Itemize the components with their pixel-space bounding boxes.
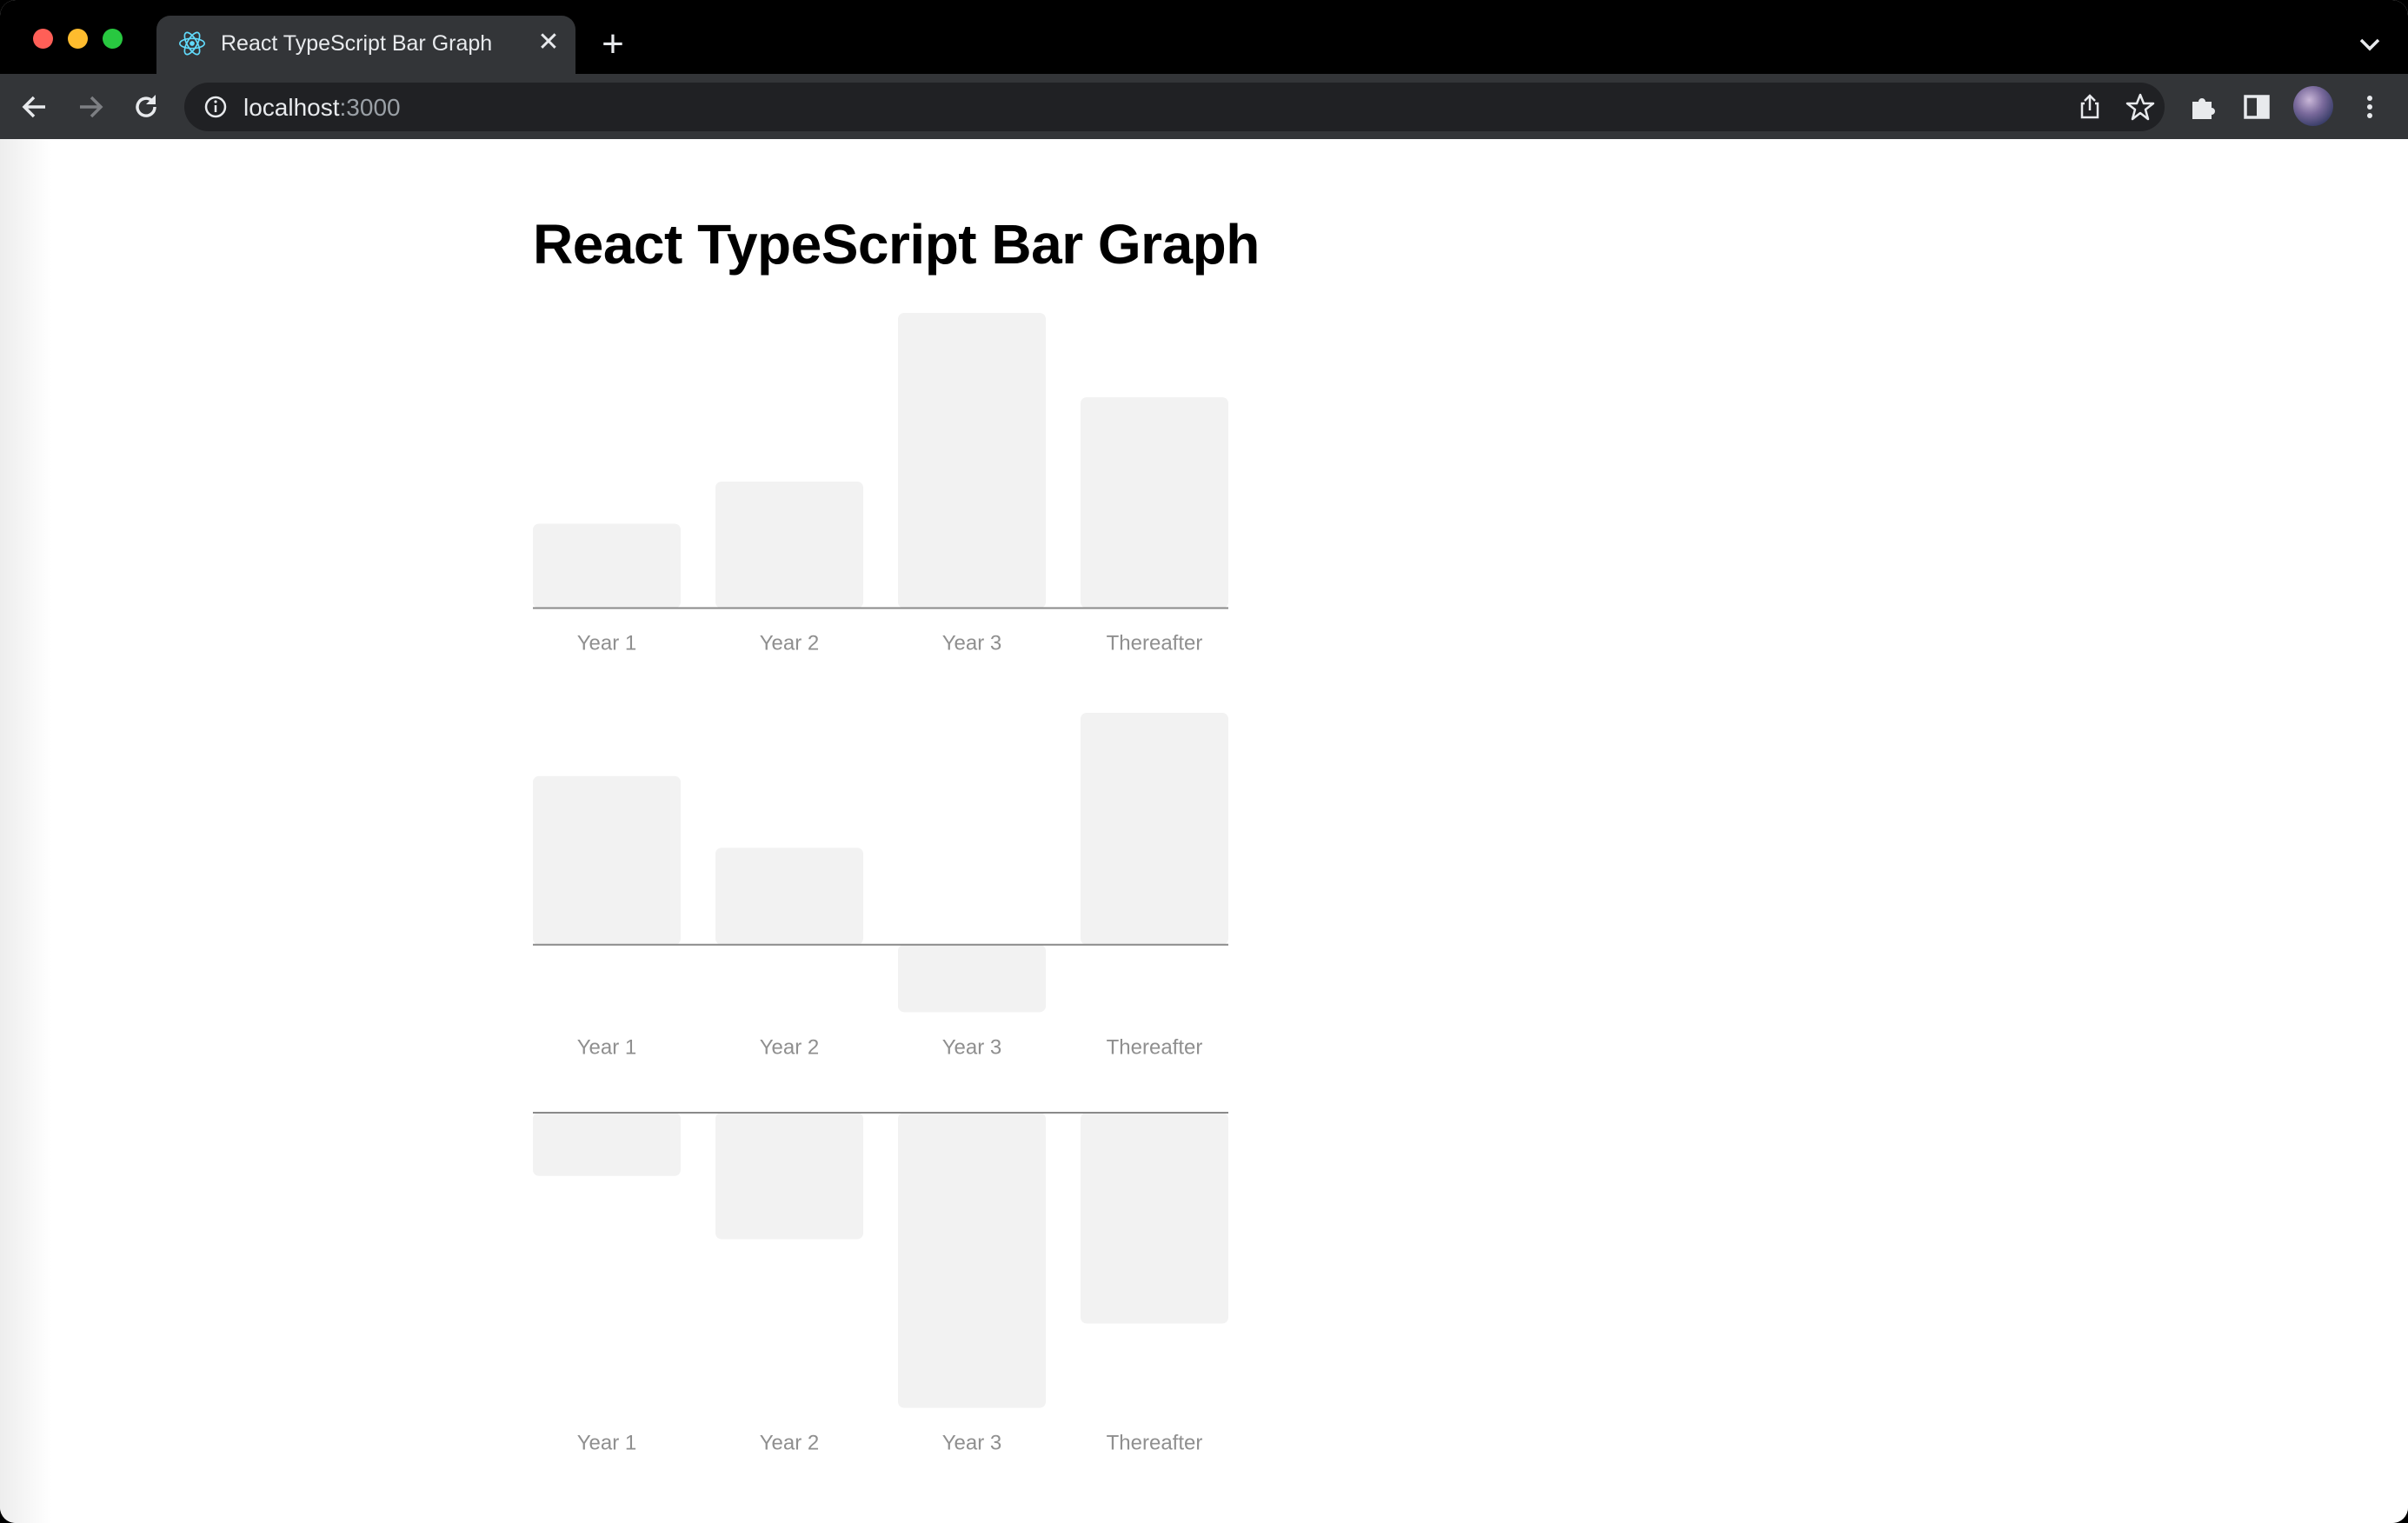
bar-label-year-3: Year 3: [942, 1432, 1002, 1455]
bar-year-3: [898, 313, 1046, 609]
bar-chart-1: Year 1 Year 2 Year 3 Thereafter: [533, 313, 1228, 661]
url-host: localhost: [243, 94, 340, 121]
bar-year-2: [715, 848, 863, 945]
bar-label-year-1: Year 1: [577, 1432, 637, 1455]
bar-year-3: [898, 944, 1046, 1013]
plus-icon[interactable]: +: [596, 25, 629, 63]
bar-chart-1-svg: Year 1 Year 2 Year 3 Thereafter: [533, 313, 1228, 655]
url-port: :3000: [339, 94, 401, 121]
bar-label-year-1: Year 1: [577, 632, 637, 655]
tab-strip: React TypeScript Bar Graph ✕ +: [0, 0, 2408, 74]
react-icon: [178, 31, 206, 56]
forward-icon[interactable]: [73, 90, 108, 124]
chevron-down-icon[interactable]: [2352, 31, 2387, 57]
browser-window: React TypeScript Bar Graph ✕ + localhost…: [0, 0, 2408, 1523]
page-title: React TypeScript Bar Graph: [533, 213, 1260, 276]
bar-label-year-2: Year 2: [760, 1035, 820, 1059]
extensions-icon[interactable]: [2185, 90, 2220, 124]
bar-label-year-2: Year 2: [760, 632, 820, 655]
bar-chart-2-svg: Year 1 Year 2 Year 3 Thereafter: [533, 713, 1228, 1059]
bar-label-thereafter: Thereafter: [1107, 1035, 1203, 1059]
window-close-button[interactable]: [33, 29, 53, 49]
star-icon[interactable]: [2125, 91, 2156, 123]
bar-thereafter: [1081, 713, 1228, 945]
tab-react-typescript-bar-graph[interactable]: React TypeScript Bar Graph ✕: [156, 16, 575, 74]
browser-toolbar: localhost:3000: [0, 74, 2408, 139]
bar-year-3: [898, 1113, 1046, 1408]
info-icon[interactable]: [202, 93, 229, 121]
bar-year-2: [715, 1113, 863, 1240]
back-icon[interactable]: [17, 90, 52, 124]
window-maximize-button[interactable]: [103, 29, 123, 49]
share-icon[interactable]: [2074, 91, 2105, 123]
url-text: localhost:3000: [243, 94, 401, 122]
bar-chart-2: Year 1 Year 2 Year 3 Thereafter: [533, 713, 1228, 1061]
side-panel-icon[interactable]: [2239, 90, 2274, 124]
bar-chart-3: Year 1 Year 2 Year 3 Thereafter: [533, 1112, 1228, 1460]
more-icon[interactable]: [2352, 90, 2387, 124]
bar-thereafter: [1081, 1113, 1228, 1324]
bar-year-1: [533, 1113, 681, 1176]
avatar[interactable]: [2293, 86, 2333, 126]
edge-shadow: [0, 139, 52, 1523]
close-icon[interactable]: ✕: [534, 28, 563, 57]
bar-thereafter: [1081, 397, 1228, 609]
bar-label-thereafter: Thereafter: [1107, 1432, 1203, 1455]
reload-icon[interactable]: [129, 90, 163, 124]
bar-label-year-2: Year 2: [760, 1432, 820, 1455]
bar-label-year-1: Year 1: [577, 1035, 637, 1059]
window-minimize-button[interactable]: [68, 29, 88, 49]
bar-label-year-3: Year 3: [942, 632, 1002, 655]
bar-label-thereafter: Thereafter: [1107, 632, 1203, 655]
bar-year-1: [533, 523, 681, 609]
page-content: React TypeScript Bar Graph Year 1 Year 2Y…: [0, 139, 2408, 1523]
address-bar[interactable]: localhost:3000: [184, 83, 2165, 131]
bar-chart-3-svg: Year 1 Year 2 Year 3 Thereafter: [533, 1112, 1228, 1455]
bar-label-year-3: Year 3: [942, 1035, 1002, 1059]
bar-year-1: [533, 775, 681, 945]
bar-year-2: [715, 482, 863, 609]
tab-title: React TypeScript Bar Graph: [221, 31, 493, 56]
